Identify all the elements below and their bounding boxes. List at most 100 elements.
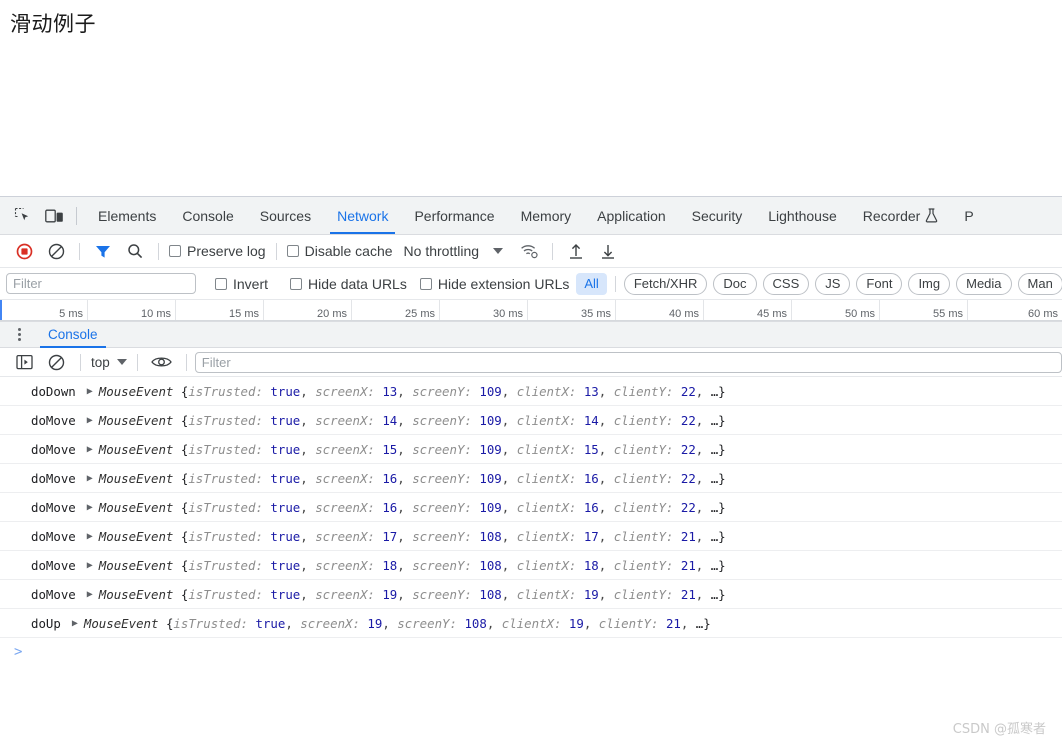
field-value-clienty: 21: [680, 586, 696, 602]
clear-console-icon[interactable]: [42, 349, 70, 375]
tab-recorder[interactable]: Recorder: [850, 197, 952, 234]
drawer-tab-console[interactable]: Console: [36, 322, 110, 348]
tab-performance[interactable]: Performance: [401, 197, 507, 234]
more-options-icon[interactable]: [8, 324, 30, 346]
field-value-clientx: 16: [583, 499, 599, 515]
network-conditions-icon[interactable]: [515, 238, 543, 264]
tab-security[interactable]: Security: [679, 197, 756, 234]
filter-chip-font[interactable]: Font: [856, 272, 903, 295]
filter-chip-fetch-xhr[interactable]: Fetch/XHR: [623, 272, 708, 295]
field-value-clienty: 22: [680, 499, 696, 515]
tab-performance-insights[interactable]: P: [951, 197, 986, 234]
filter-chip-media[interactable]: Media: [956, 272, 1012, 295]
tab-label: Security: [691, 207, 743, 224]
tab-label: Memory: [520, 207, 572, 224]
network-filter-input[interactable]: [6, 273, 196, 294]
inspect-element-icon[interactable]: [8, 203, 36, 229]
field-value-istrusted: true: [270, 470, 301, 486]
log-ellipsis: …}: [710, 528, 726, 544]
log-object-type: MouseEvent: [98, 557, 174, 573]
hide-data-urls-label: Hide data URLs: [308, 275, 407, 292]
field-value-istrusted: true: [270, 412, 301, 428]
tab-application[interactable]: Application: [584, 197, 679, 234]
tick-label: 55 ms: [933, 308, 963, 320]
field-name-screeny: screenY:: [412, 383, 472, 399]
field-name-clienty: clientY:: [613, 412, 674, 428]
expand-arrow-icon[interactable]: ▶: [87, 589, 93, 600]
tab-label: Lighthouse: [768, 207, 837, 224]
console-message-row[interactable]: doMove ▶ MouseEvent { isTrusted: true, s…: [0, 551, 1062, 580]
disable-cache-checkbox[interactable]: Disable cache: [286, 243, 393, 259]
filter-chip-doc[interactable]: Doc: [713, 272, 757, 295]
log-label: doMove: [31, 557, 76, 573]
console-message-row[interactable]: doMove ▶ MouseEvent { isTrusted: true, s…: [0, 522, 1062, 551]
expand-arrow-icon[interactable]: ▶: [87, 531, 93, 542]
field-name-clientx: clientX:: [516, 499, 577, 515]
filter-icon[interactable]: [89, 238, 117, 264]
console-filter-input[interactable]: [194, 351, 1062, 373]
tab-label: Elements: [98, 207, 157, 224]
expand-arrow-icon[interactable]: ▶: [87, 502, 93, 513]
tab-memory[interactable]: Memory: [508, 197, 585, 234]
console-message-row[interactable]: doUp ▶ MouseEvent { isTrusted: true, scr…: [0, 609, 1062, 638]
expand-arrow-icon[interactable]: ▶: [87, 415, 93, 426]
log-ellipsis: …}: [710, 441, 726, 457]
clear-network-icon[interactable]: [42, 238, 70, 264]
log-label: doDown: [31, 383, 76, 399]
live-expression-icon[interactable]: [148, 349, 176, 375]
field-name-screenx: screenX:: [315, 499, 375, 515]
tab-network[interactable]: Network: [324, 197, 401, 234]
field-name-istrusted: isTrusted:: [188, 412, 263, 428]
hide-extension-urls-checkbox[interactable]: Hide extension URLs: [419, 276, 569, 292]
record-network-icon[interactable]: [10, 238, 38, 264]
tab-console[interactable]: Console: [169, 197, 246, 234]
tabstrip-divider: [76, 206, 77, 225]
throttling-dropdown[interactable]: No throttling: [404, 243, 504, 259]
field-name-clientx: clientX:: [516, 586, 577, 602]
filter-chip-manifest[interactable]: Man: [1017, 272, 1062, 295]
drawer-tab-label: Console: [48, 327, 98, 342]
devtools-tabstrip: Elements Console Sources Network Perform…: [0, 197, 1062, 235]
console-message-row[interactable]: doMove ▶ MouseEvent { isTrusted: true, s…: [0, 435, 1062, 464]
expand-arrow-icon[interactable]: ▶: [87, 444, 93, 455]
field-name-clienty: clientY:: [613, 441, 674, 457]
filter-chip-css[interactable]: CSS: [762, 272, 810, 295]
console-message-row[interactable]: doMove ▶ MouseEvent { isTrusted: true, s…: [0, 493, 1062, 522]
field-name-screeny: screenY:: [412, 470, 472, 486]
field-name-istrusted: isTrusted:: [173, 615, 249, 631]
filter-chip-js[interactable]: JS: [815, 272, 851, 295]
console-message-list[interactable]: doDown ▶ MouseEvent { isTrusted: true, s…: [0, 377, 1062, 729]
console-message-row[interactable]: doMove ▶ MouseEvent { isTrusted: true, s…: [0, 580, 1062, 609]
field-name-screeny: screenY:: [412, 586, 472, 602]
tab-lighthouse[interactable]: Lighthouse: [755, 197, 850, 234]
log-ellipsis: …}: [710, 470, 726, 486]
field-value-istrusted: true: [255, 615, 286, 631]
export-har-icon[interactable]: [594, 238, 622, 264]
hide-data-urls-checkbox[interactable]: Hide data URLs: [290, 276, 407, 292]
device-toolbar-icon[interactable]: [40, 203, 68, 229]
field-name-clientx: clientX:: [501, 615, 562, 631]
filter-chip-img[interactable]: Img: [908, 272, 951, 295]
chip-divider: [614, 275, 616, 292]
network-timeline-ruler[interactable]: 5 ms 10 ms 15 ms 20 ms 25 ms 30 ms 35 ms…: [0, 300, 1062, 321]
console-message-row[interactable]: doMove ▶ MouseEvent { isTrusted: true, s…: [0, 464, 1062, 493]
expand-arrow-icon[interactable]: ▶: [87, 560, 93, 571]
console-prompt[interactable]: >: [0, 638, 1062, 666]
filter-chip-all[interactable]: All: [576, 272, 607, 295]
expand-arrow-icon[interactable]: ▶: [87, 386, 93, 397]
tab-elements[interactable]: Elements: [85, 197, 169, 234]
expand-arrow-icon[interactable]: ▶: [87, 473, 93, 484]
expand-arrow-icon[interactable]: ▶: [72, 618, 78, 629]
invert-checkbox[interactable]: Invert: [215, 276, 268, 292]
field-value-clienty: 22: [680, 470, 696, 486]
tab-sources[interactable]: Sources: [247, 197, 324, 234]
import-har-icon[interactable]: [562, 238, 590, 264]
execution-context-dropdown[interactable]: top: [89, 355, 129, 370]
console-sidebar-icon[interactable]: [10, 349, 38, 375]
field-value-clienty: 22: [680, 412, 696, 428]
preserve-log-checkbox[interactable]: Preserve log: [169, 243, 266, 259]
search-icon[interactable]: [121, 238, 149, 264]
console-message-row[interactable]: doMove ▶ MouseEvent { isTrusted: true, s…: [0, 406, 1062, 435]
devtools-panel: Elements Console Sources Network Perform…: [0, 196, 1062, 747]
console-message-row[interactable]: doDown ▶ MouseEvent { isTrusted: true, s…: [0, 377, 1062, 406]
